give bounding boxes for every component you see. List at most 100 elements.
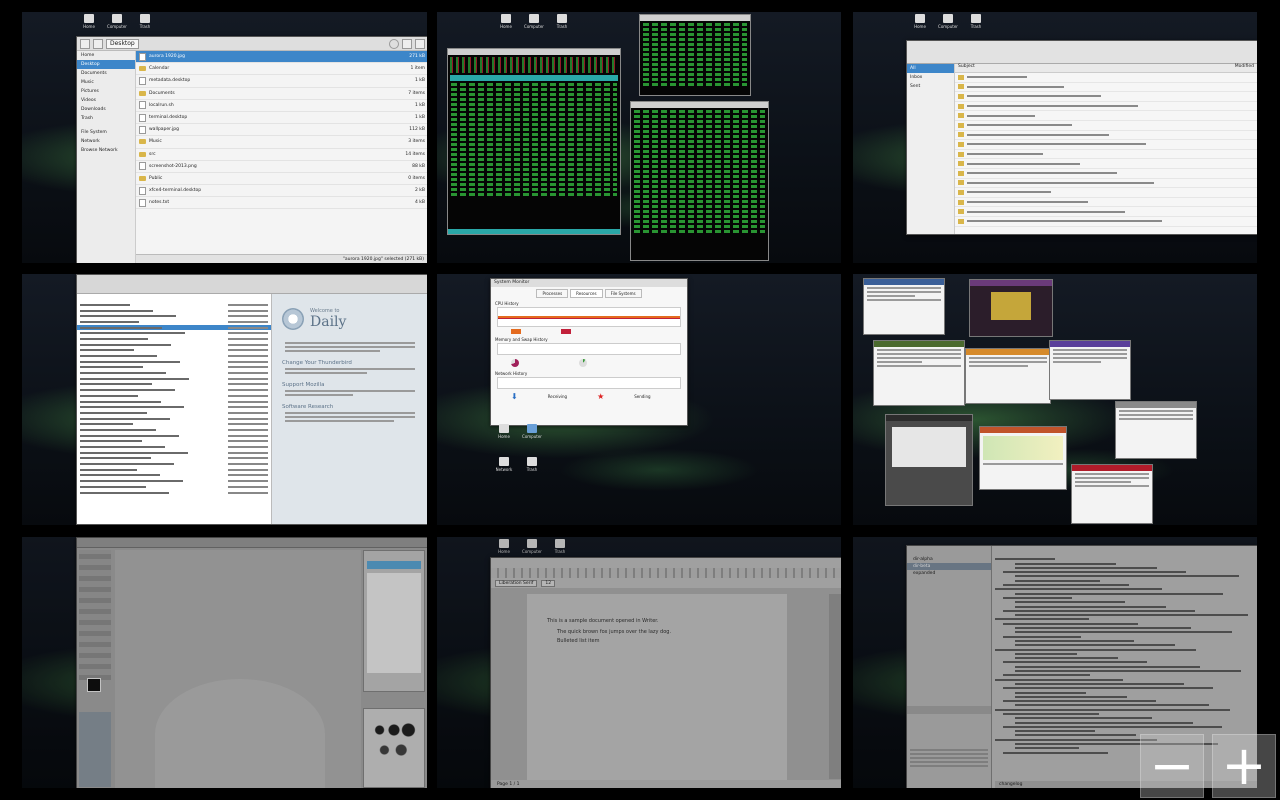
desktop-icon-home[interactable]: Home [907,14,933,29]
column-subject[interactable]: Subject [958,64,975,72]
file-row[interactable]: wallpaper.jpg 112 kB [136,124,427,137]
path-bar[interactable]: Desktop [106,38,139,49]
message-row[interactable] [77,490,271,496]
desktop-icon-network[interactable]: Network [491,457,517,472]
terminal-large[interactable] [630,101,769,261]
system-monitor-window[interactable]: System Monitor Processes Resources File … [490,278,688,426]
mail-row[interactable] [955,217,1257,227]
sidebar-item-downloads[interactable]: Downloads [77,105,135,114]
desktop-icon-computer[interactable]: Computer [519,424,545,439]
sidebar-item-filesystem[interactable]: File System [77,128,135,137]
tree-item[interactable]: dir-alpha [907,556,991,563]
workspace-7[interactable] [22,537,427,788]
terminal-small[interactable] [639,14,751,96]
desktop-icon-trash[interactable]: Trash [519,457,545,472]
desktop-icon-trash[interactable]: Trash [547,539,573,554]
sidebar-item-network[interactable]: Network [77,137,135,146]
sidebar-item-videos[interactable]: Videos [77,96,135,105]
sidebar-item-desktop[interactable]: Desktop [77,60,135,69]
thumbnail-window[interactable] [1115,401,1197,459]
tab-processes[interactable]: Processes [536,289,569,298]
folder-sent[interactable]: Sent [907,82,954,91]
zoom-in-button[interactable]: + [1212,734,1276,798]
desktop-icon-computer[interactable]: Computer [935,14,961,29]
file-row[interactable]: Public 0 items [136,173,427,186]
tree-item[interactable]: expanded [907,570,991,577]
sidebar-item-documents[interactable]: Documents [77,69,135,78]
writer-window[interactable]: Liberation Serif 12 This is a sample doc… [490,557,841,788]
sidebar-item-home[interactable]: Home [77,51,135,60]
thumbnail-window[interactable] [965,348,1051,404]
file-row[interactable]: terminal.desktop 1 kB [136,112,427,125]
terminal-htop[interactable] [447,48,621,235]
browser-window[interactable]: Welcome to Daily Change Your Thunderbird… [76,274,427,525]
folder-inbox[interactable]: Inbox [907,73,954,82]
gimp-window[interactable] [76,537,427,788]
editor-window[interactable]: dir-alpha dir-beta expanded changelog [906,545,1257,788]
mail-row[interactable] [955,92,1257,102]
thumbnail-window[interactable] [885,414,973,506]
thumbnail-window[interactable] [1071,464,1153,524]
mail-row[interactable] [955,111,1257,121]
workspace-1[interactable]: Home Computer Trash Desktop Home Desktop… [22,12,427,263]
zoom-out-button[interactable]: − [1140,734,1204,798]
file-row[interactable]: src 14 items [136,149,427,161]
font-name-field[interactable]: Liberation Serif [495,579,538,587]
file-row[interactable]: Documents 7 items [136,88,427,100]
file-row[interactable]: notes.txt 4 kB [136,197,427,210]
mail-row[interactable] [955,131,1257,141]
workspace-3[interactable]: Home Computer Trash All Inbox Sent Subje… [853,12,1257,263]
column-date[interactable]: Modified [1235,64,1254,72]
mail-row[interactable] [955,159,1257,169]
desktop-icon-home[interactable]: Home [76,14,102,29]
sidebar-item-browse-network[interactable]: Browse Network [77,146,135,155]
thumbnail-window[interactable] [873,340,965,406]
desktop-icon-trash[interactable]: Trash [549,14,575,29]
desktop-icon-home[interactable]: Home [493,14,519,29]
mail-row[interactable] [955,169,1257,179]
mail-row[interactable] [955,102,1257,112]
mail-row[interactable] [955,188,1257,198]
file-row[interactable]: metadata.desktop 1 kB [136,75,427,88]
foreground-color-swatch[interactable] [87,678,101,692]
desktop-icon-trash[interactable]: Trash [132,14,158,29]
font-size-field[interactable]: 12 [541,579,556,587]
workspace-6[interactable] [853,274,1257,525]
mail-row[interactable] [955,140,1257,150]
folder-all[interactable]: All [907,64,954,73]
mail-row[interactable] [955,198,1257,208]
file-manager-window[interactable]: Desktop Home Desktop Documents Music Pic… [76,36,427,263]
search-icon[interactable] [389,38,399,49]
menu-icon[interactable] [415,38,425,49]
mail-row[interactable] [955,150,1257,160]
workspace-2[interactable]: Home Computer Trash [437,12,841,263]
thumbnail-window[interactable] [863,278,945,335]
file-row[interactable]: xfce4-terminal.desktop 2 kB [136,185,427,198]
forward-icon[interactable] [93,38,103,49]
file-row[interactable]: aurora 1920.jpg 271 kB [136,51,427,64]
back-icon[interactable] [80,38,90,49]
mail-row[interactable] [955,207,1257,217]
file-row[interactable]: screenshot-2013.png 88 kB [136,161,427,173]
desktop-icon-home[interactable]: Home [491,539,517,554]
workspace-8[interactable]: Home Computer Trash Liberation Serif 12 … [437,537,841,788]
tab-resources[interactable]: Resources [570,289,603,298]
file-row[interactable]: Music 3 items [136,136,427,149]
thumbnail-window[interactable] [979,426,1067,490]
sidebar-item-pictures[interactable]: Pictures [77,87,135,96]
mail-window[interactable]: All Inbox Sent Subject Modified [906,40,1257,235]
sidebar-item-trash[interactable]: Trash [77,114,135,123]
thumbnail-window[interactable] [969,279,1053,337]
mail-row[interactable] [955,179,1257,189]
mail-row[interactable] [955,121,1257,131]
workspace-5[interactable]: System Monitor Processes Resources File … [437,274,841,525]
desktop-icon-computer[interactable]: Computer [519,539,545,554]
desktop-icon-home[interactable]: Home [491,424,517,439]
desktop-icon-computer[interactable]: Computer [521,14,547,29]
desktop-icon-trash[interactable]: Trash [963,14,989,29]
sidebar-item-music[interactable]: Music [77,78,135,87]
mail-row[interactable] [955,73,1257,83]
thumbnail-window[interactable] [1049,340,1131,400]
mail-row[interactable] [955,83,1257,93]
desktop-icon-computer[interactable]: Computer [104,14,130,29]
